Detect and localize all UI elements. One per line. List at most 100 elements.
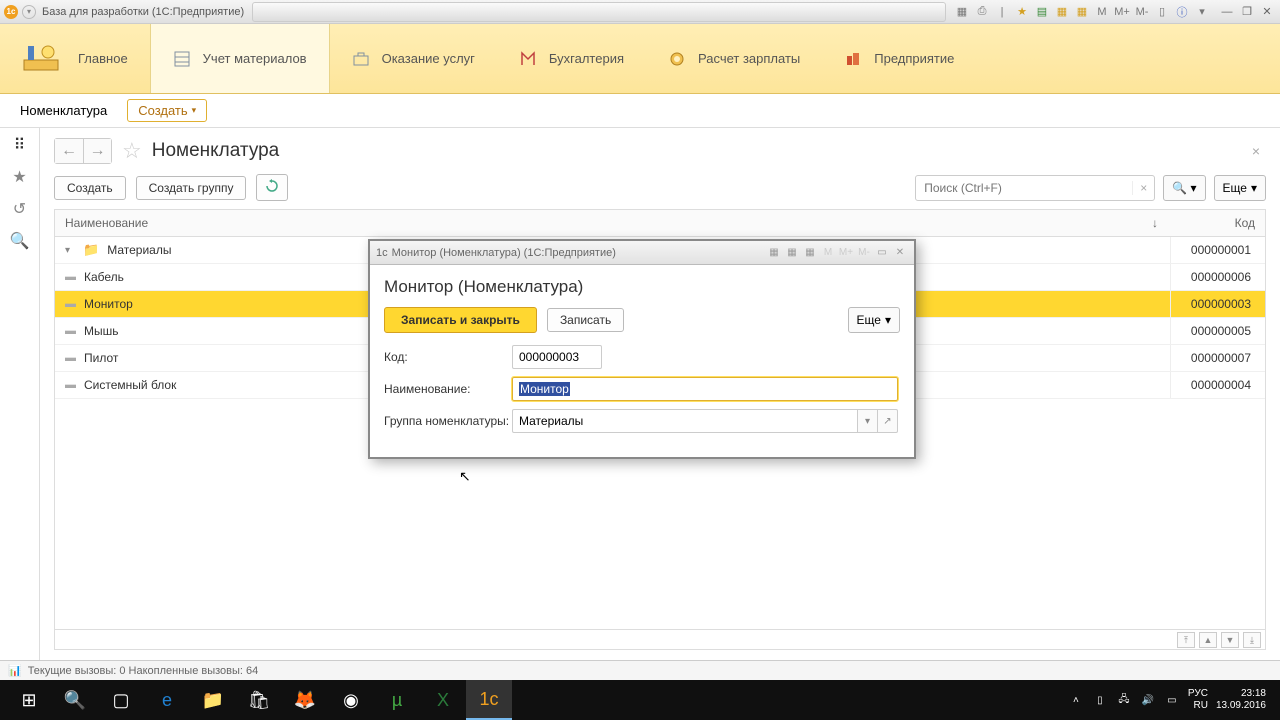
titlebar-dropdown[interactable]: ▾ bbox=[1194, 4, 1210, 20]
volume-icon[interactable]: 🔊 bbox=[1140, 695, 1156, 706]
forward-button[interactable]: → bbox=[83, 139, 111, 163]
col-name-header[interactable]: Наименование bbox=[55, 210, 1140, 236]
status-icon: 📊 bbox=[8, 664, 22, 677]
section-enterprise-label: Предприятие bbox=[874, 51, 954, 66]
back-button[interactable]: ← bbox=[55, 139, 83, 163]
dialog-close-button[interactable]: ✕ bbox=[892, 245, 908, 261]
name-field[interactable]: Монитор bbox=[512, 377, 898, 401]
start-button[interactable]: ⊞ bbox=[6, 680, 52, 720]
save-close-button[interactable]: Записать и закрыть bbox=[384, 307, 537, 333]
grid-icon[interactable]: ⠿ bbox=[11, 136, 29, 154]
calendar-icon[interactable]: ▦ bbox=[1074, 4, 1090, 20]
titlebar-icon[interactable]: ⎙ bbox=[974, 4, 990, 20]
sort-indicator-icon[interactable]: ↓ bbox=[1140, 210, 1170, 236]
utorrent-icon[interactable]: µ bbox=[374, 680, 420, 720]
1c-taskbar-icon[interactable]: 1c bbox=[466, 680, 512, 720]
dialog-mminus-icon: M- bbox=[856, 245, 872, 261]
desk-icon bbox=[16, 39, 66, 79]
open-icon[interactable]: ↗ bbox=[878, 409, 898, 433]
titlebar-icon[interactable]: ▦ bbox=[954, 4, 970, 20]
info-icon[interactable]: ⓘ bbox=[1174, 4, 1190, 20]
subnav-create-button[interactable]: Создать ▾ bbox=[127, 99, 207, 122]
dialog-restore-button[interactable]: ▭ bbox=[874, 245, 890, 261]
titlebar-dropdown-icon[interactable]: ▾ bbox=[22, 5, 36, 19]
favorite-icon[interactable]: ★ bbox=[1014, 4, 1030, 20]
search-input[interactable]: × bbox=[915, 175, 1155, 201]
dialog-icon[interactable]: ▦ bbox=[784, 245, 800, 261]
favorite-star-icon[interactable]: ☆ bbox=[122, 138, 142, 164]
item-icon: ▬ bbox=[65, 352, 76, 364]
tray-up-icon[interactable]: ˄ bbox=[1068, 695, 1084, 706]
search-field[interactable] bbox=[916, 181, 1132, 195]
minimize-button[interactable]: — bbox=[1218, 4, 1236, 20]
taskbar: ⊞ 🔍 ▢ e 📁 🛍 🦊 ◉ µ X 1c ˄ ▯ 🖧 🔊 ▭ РУСRU 2… bbox=[0, 680, 1280, 720]
app-icon: 1c bbox=[376, 247, 388, 259]
more-button[interactable]: Еще ▾ bbox=[1214, 175, 1266, 201]
mplus-icon[interactable]: M+ bbox=[1114, 4, 1130, 20]
create-button[interactable]: Создать bbox=[54, 176, 126, 200]
dialog-icon[interactable]: ▦ bbox=[802, 245, 818, 261]
save-button[interactable]: Записать bbox=[547, 308, 624, 332]
section-payroll[interactable]: Расчет зарплаты bbox=[646, 24, 822, 93]
chevron-down-icon[interactable]: ▾ bbox=[858, 409, 878, 433]
clock[interactable]: 23:1813.09.2016 bbox=[1216, 688, 1266, 712]
titlebar-icon[interactable]: ▤ bbox=[1034, 4, 1050, 20]
section-services-label: Оказание услуг bbox=[382, 51, 475, 66]
refresh-button[interactable] bbox=[256, 174, 288, 201]
network-icon[interactable]: 🖧 bbox=[1116, 692, 1132, 709]
section-main[interactable]: Главное bbox=[0, 24, 150, 93]
search-icon[interactable]: 🔍 bbox=[11, 232, 29, 250]
panel-icon[interactable]: ▯ bbox=[1154, 4, 1170, 20]
firefox-icon[interactable]: 🦊 bbox=[282, 680, 328, 720]
m-icon[interactable]: M bbox=[1094, 4, 1110, 20]
close-page-button[interactable]: × bbox=[1252, 143, 1260, 159]
dialog-titlebar[interactable]: 1c Монитор (Номенклатура) (1С:Предприяти… bbox=[370, 241, 914, 265]
dialog-more-button[interactable]: Еще ▾ bbox=[848, 307, 900, 333]
taskview-button[interactable]: ▢ bbox=[98, 680, 144, 720]
dialog-icon[interactable]: ▦ bbox=[766, 245, 782, 261]
search-button[interactable]: 🔍 bbox=[52, 680, 98, 720]
left-rail: ⠿ ★ ↺ 🔍 bbox=[0, 128, 40, 660]
scroll-bottom-icon[interactable]: ⤓ bbox=[1243, 632, 1261, 648]
close-button[interactable]: ✕ bbox=[1258, 4, 1276, 20]
tray-icon[interactable]: ▯ bbox=[1092, 695, 1108, 706]
scroll-top-icon[interactable]: ⤒ bbox=[1177, 632, 1195, 648]
tray-icon[interactable]: ▭ bbox=[1164, 695, 1180, 706]
section-materials[interactable]: Учет материалов bbox=[150, 24, 330, 93]
lang-indicator[interactable]: РУСRU bbox=[1188, 688, 1208, 712]
section-materials-label: Учет материалов bbox=[203, 51, 307, 66]
chrome-icon[interactable]: ◉ bbox=[328, 680, 374, 720]
code-field[interactable]: 000000003 bbox=[512, 345, 602, 369]
search-clear-icon[interactable]: × bbox=[1132, 181, 1154, 195]
calculator-icon[interactable]: ▦ bbox=[1054, 4, 1070, 20]
maximize-button[interactable]: ❐ bbox=[1238, 4, 1256, 20]
folder-icon: 📁 bbox=[83, 242, 99, 258]
mminus-icon[interactable]: M- bbox=[1134, 4, 1150, 20]
group-label: Группа номенклатуры: bbox=[384, 414, 512, 428]
dialog-m-icon: M bbox=[820, 245, 836, 261]
item-icon: ▬ bbox=[65, 298, 76, 310]
payroll-icon bbox=[668, 50, 686, 68]
section-enterprise[interactable]: Предприятие bbox=[822, 24, 976, 93]
breadcrumb[interactable]: Номенклатура bbox=[20, 103, 107, 118]
col-code-header[interactable]: Код bbox=[1170, 210, 1265, 236]
excel-icon[interactable]: X bbox=[420, 680, 466, 720]
services-icon bbox=[352, 50, 370, 68]
edge-icon[interactable]: e bbox=[144, 680, 190, 720]
explorer-icon[interactable]: 📁 bbox=[190, 680, 236, 720]
section-services[interactable]: Оказание услуг bbox=[330, 24, 497, 93]
tree-expand-icon[interactable]: ▾ bbox=[65, 245, 75, 256]
window-title: База для разработки (1С:Предприятие) bbox=[42, 6, 244, 18]
search-button[interactable]: 🔍 ▾ bbox=[1163, 175, 1205, 201]
scroll-up-icon[interactable]: ▲ bbox=[1199, 632, 1217, 648]
name-label: Наименование: bbox=[384, 382, 512, 396]
create-group-button[interactable]: Создать группу bbox=[136, 176, 247, 200]
section-accounting[interactable]: Бухгалтерия bbox=[497, 24, 646, 93]
scroll-down-icon[interactable]: ▼ bbox=[1221, 632, 1239, 648]
store-icon[interactable]: 🛍 bbox=[236, 680, 282, 720]
history-icon[interactable]: ↺ bbox=[11, 200, 29, 218]
form-row-name: Наименование: Монитор bbox=[384, 377, 900, 401]
star-icon[interactable]: ★ bbox=[11, 168, 29, 186]
group-field[interactable]: Материалы ▾ ↗ bbox=[512, 409, 898, 433]
section-main-label: Главное bbox=[78, 51, 128, 66]
